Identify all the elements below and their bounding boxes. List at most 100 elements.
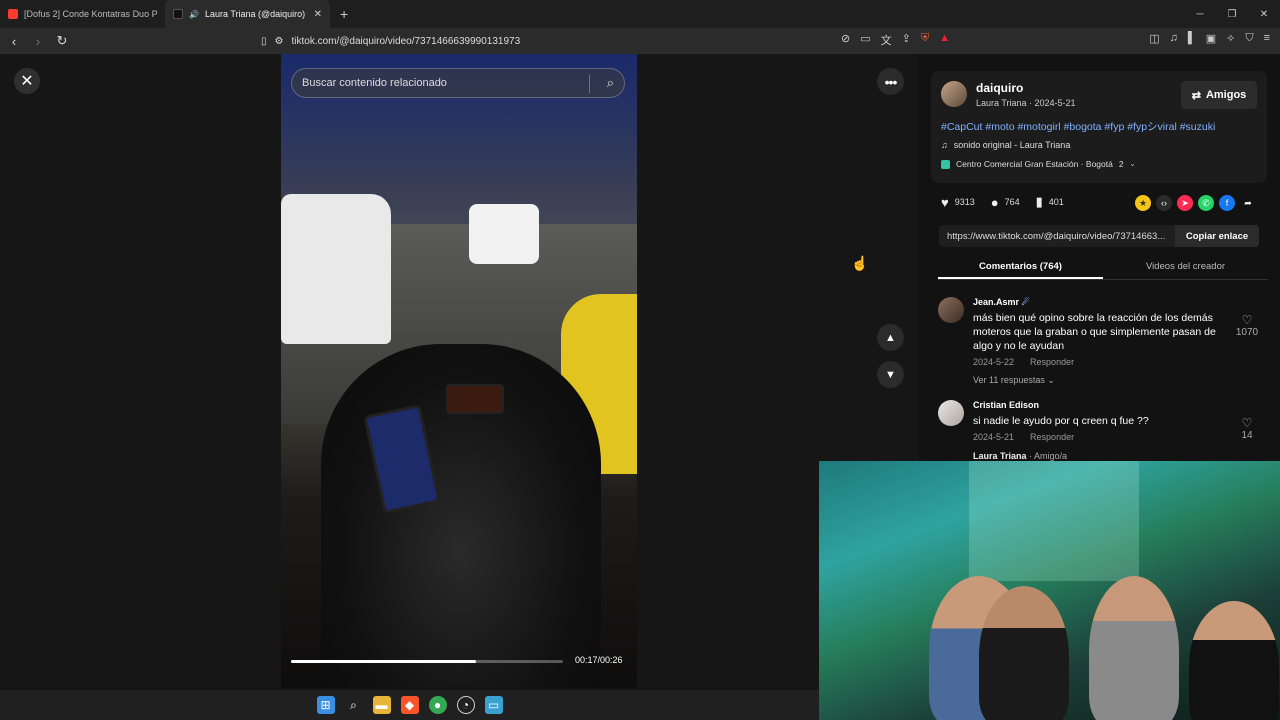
avatar[interactable]: [938, 297, 964, 323]
vpn-icon[interactable]: ⛉: [1245, 32, 1253, 45]
tab-title: [Dofus 2] Conde Kontatras Duo Pand: [24, 9, 157, 19]
avatar[interactable]: [938, 400, 964, 426]
forward-icon[interactable]: ›: [28, 34, 48, 49]
sound-row[interactable]: ♫ sonido original - Laura Triana: [941, 140, 1070, 150]
video-link[interactable]: https://www.tiktok.com/@daiquiro/video/7…: [947, 231, 1175, 242]
copy-link-button[interactable]: Copiar enlace: [1175, 225, 1259, 247]
address-bar-row: ‹ › ↻ ▯ ⚙ tiktok.com/@daiquiro/video/737…: [0, 28, 1280, 54]
close-window-icon[interactable]: ✕: [1248, 9, 1280, 20]
swap-icon: ⇄: [1191, 89, 1201, 102]
comment-count: 764: [1004, 197, 1020, 207]
menu-icon[interactable]: ≡: [1264, 32, 1270, 45]
avatar[interactable]: [941, 81, 967, 107]
tab-title: Laura Triana (@daiquiro) | Tik: [204, 9, 308, 19]
comment-like[interactable]: ♡ 14: [1232, 416, 1262, 441]
brave-shield-icon[interactable]: ⛨: [921, 32, 929, 48]
os-taskbar: ⊞ ⌕ ▬ ◆ ● ◔ ▭: [0, 690, 819, 720]
send-icon[interactable]: ➤: [1177, 195, 1193, 211]
location-row[interactable]: Centro Comercial Gran Estación · Bogotá …: [941, 159, 1135, 169]
webcam-overlay: [819, 461, 1280, 720]
restore-icon[interactable]: ❐: [1216, 9, 1248, 20]
next-video-button[interactable]: ▼: [877, 361, 904, 388]
webcam-person: [979, 586, 1069, 720]
toolbar-icons: ⊘ ▭ 文 ⇪ ⛨ ▲: [841, 32, 950, 48]
reply-button[interactable]: Responder: [1030, 432, 1074, 442]
location-pin-icon: [941, 159, 950, 169]
engagement-stats: ♥ 9313 ● 764 ▮ 401: [941, 194, 1064, 210]
windows-start-icon[interactable]: ⊞: [316, 696, 335, 714]
close-video-button[interactable]: ✕: [14, 68, 40, 94]
save-stat[interactable]: ▮ 401: [1036, 194, 1064, 210]
video-player[interactable]: [281, 54, 637, 688]
more-options-button[interactable]: •••: [877, 68, 904, 95]
like-count: 9313: [954, 197, 975, 207]
hashtags[interactable]: #CapCut #moto #motogirl #bogota #fyp #fy…: [941, 119, 1215, 134]
tiktok-favicon-icon: [173, 9, 183, 19]
bookmark-icon: ▮: [1035, 194, 1043, 209]
translate-icon[interactable]: 文: [881, 32, 892, 48]
music-note-icon: ♫: [941, 140, 948, 150]
comment-like[interactable]: ♡ 1070: [1232, 313, 1262, 338]
friends-button[interactable]: ⇄ Amigos: [1181, 81, 1257, 109]
video-dashboard: [446, 384, 504, 414]
file-explorer-icon[interactable]: ▬: [372, 696, 391, 714]
comment-meta: 2024-5-21 Responder: [973, 432, 1074, 442]
chrome-icon[interactable]: ●: [428, 696, 447, 714]
view-replies-button[interactable]: Ver 11 respuestas ⌄: [973, 375, 1055, 386]
previous-video-button[interactable]: ▲: [877, 324, 904, 351]
comment-stat[interactable]: ● 764: [991, 195, 1020, 210]
brave-browser-icon[interactable]: ◆: [400, 696, 419, 714]
chevron-down-icon: ⌄: [1129, 161, 1136, 168]
tab-tiktok[interactable]: 🔊 Laura Triana (@daiquiro) | Tik ✕: [165, 0, 330, 28]
chat-app-icon[interactable]: ▭: [484, 696, 503, 714]
share-buttons: ★ ‹› ➤ ✆ f ➦: [1135, 195, 1256, 211]
media-off-icon[interactable]: ⊘: [841, 32, 850, 48]
whatsapp-icon[interactable]: ✆: [1198, 195, 1214, 211]
heart-icon: ♥: [941, 194, 949, 210]
creator-username[interactable]: daiquiro: [976, 81, 1023, 95]
location-count: 2: [1118, 159, 1124, 169]
comment-item: Jean.Asmr ☄ más bien qué opino sobre la …: [938, 297, 1268, 392]
back-icon[interactable]: ‹: [4, 34, 24, 49]
music-icon[interactable]: ♫: [1170, 32, 1178, 45]
friends-label: Amigos: [1205, 89, 1247, 101]
rewards-icon[interactable]: ▲: [939, 32, 950, 48]
sidebar-icon[interactable]: ▌: [1188, 32, 1196, 45]
video-progress-bar[interactable]: [291, 660, 563, 663]
tab-creator-videos[interactable]: Videos del creador: [1103, 254, 1268, 279]
new-tab-button[interactable]: +: [330, 6, 358, 22]
video-time: 00:17/00:26: [575, 655, 623, 665]
related-search-input[interactable]: Buscar contenido relacionado ⌕: [291, 68, 625, 98]
search-icon[interactable]: ⌕: [607, 75, 614, 91]
bookmark-icon[interactable]: ▯: [261, 36, 267, 47]
minimize-icon[interactable]: ─: [1184, 9, 1216, 20]
app-icon[interactable]: ◔: [456, 696, 475, 714]
comment-author[interactable]: Cristian Edison: [973, 400, 1039, 410]
facebook-icon[interactable]: f: [1219, 195, 1235, 211]
share-arrow-icon[interactable]: ➦: [1240, 195, 1256, 211]
tab-comments[interactable]: Comentarios (764): [938, 254, 1103, 279]
cast-icon[interactable]: ▭: [860, 32, 870, 48]
speaker-icon: 🔊: [189, 9, 199, 19]
comment-date: 2024-5-22: [973, 357, 1015, 367]
repost-icon[interactable]: ★: [1135, 195, 1151, 211]
leo-icon[interactable]: ✧: [1226, 32, 1235, 45]
reply-preview[interactable]: Laura Triana · Amigo/a: [973, 451, 1067, 461]
search-icon[interactable]: ⌕: [345, 696, 363, 714]
video-van: [281, 194, 391, 344]
screenshot-icon[interactable]: ◫: [1149, 32, 1159, 45]
comments-tabs: Comentarios (764) Videos del creador: [938, 254, 1268, 280]
url-text[interactable]: tiktok.com/@daiquiro/video/7371466639990…: [291, 36, 520, 47]
webcam-person: [1089, 576, 1179, 720]
wallet-icon[interactable]: ▣: [1206, 32, 1216, 45]
like-stat[interactable]: ♥ 9313: [941, 195, 975, 210]
site-info-icon[interactable]: ⚙: [275, 36, 284, 47]
reply-button[interactable]: Responder: [1030, 357, 1074, 367]
reload-icon[interactable]: ↻: [52, 33, 72, 49]
tab-dofus[interactable]: [Dofus 2] Conde Kontatras Duo Pand: [0, 0, 165, 28]
comment-author[interactable]: Jean.Asmr ☄: [973, 297, 1030, 308]
share-icon[interactable]: ⇪: [902, 32, 911, 48]
embed-icon[interactable]: ‹›: [1156, 195, 1172, 211]
badge-icon: ☄: [1021, 297, 1030, 307]
close-tab-icon[interactable]: ✕: [314, 9, 322, 20]
